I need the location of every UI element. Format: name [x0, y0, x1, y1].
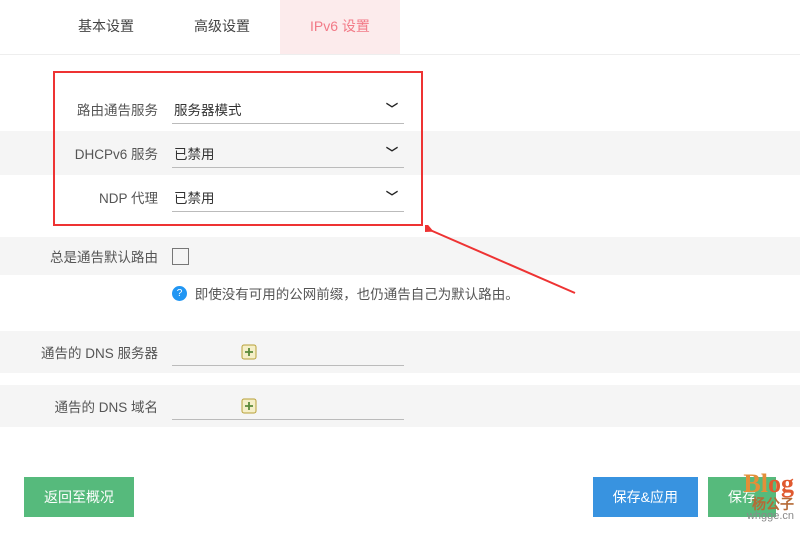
input-dns-domain[interactable] [172, 392, 404, 420]
label-default-route: 总是通告默认路由 [0, 246, 172, 266]
checkbox-default-route[interactable] [172, 248, 189, 265]
tab-basic[interactable]: 基本设置 [48, 0, 164, 54]
label-ra-service: 路由通告服务 [0, 99, 172, 119]
help-text-default-route: 即使没有可用的公网前缀，也仍通告自己为默认路由。 [195, 287, 519, 302]
row-default-route-help: ? 即使没有可用的公网前缀，也仍通告自己为默认路由。 [0, 275, 800, 323]
button-bar: 返回至概况 保存&应用 保存 [0, 477, 800, 517]
tab-ipv6[interactable]: IPv6 设置 [280, 0, 400, 54]
row-dns-server: 通告的 DNS 服务器 [0, 331, 800, 373]
tabs-bar: 基本设置 高级设置 IPv6 设置 [0, 0, 800, 55]
row-ndp: NDP 代理 已禁用 ﹀ [0, 175, 800, 219]
row-default-route: 总是通告默认路由 [0, 237, 800, 275]
select-dhcpv6-value: 已禁用 [174, 143, 215, 163]
label-dhcpv6: DHCPv6 服务 [0, 143, 172, 163]
label-ndp: NDP 代理 [0, 187, 172, 207]
select-ra-service-value: 服务器模式 [174, 99, 242, 119]
form-area: 路由通告服务 服务器模式 ﹀ DHCPv6 服务 已禁用 ﹀ NDP 代理 已禁… [0, 55, 800, 427]
help-icon: ? [172, 286, 187, 301]
label-dns-domain: 通告的 DNS 域名 [0, 396, 172, 416]
input-dns-server[interactable] [172, 338, 404, 366]
add-icon[interactable] [240, 397, 258, 415]
row-dns-domain: 通告的 DNS 域名 [0, 385, 800, 427]
chevron-down-icon: ﹀ [386, 100, 398, 117]
select-ndp-value: 已禁用 [174, 187, 215, 207]
back-button[interactable]: 返回至概况 [24, 477, 134, 517]
row-ra-service: 路由通告服务 服务器模式 ﹀ [0, 87, 800, 131]
select-ndp[interactable]: 已禁用 ﹀ [172, 182, 404, 212]
tab-advanced[interactable]: 高级设置 [164, 0, 280, 54]
chevron-down-icon: ﹀ [386, 144, 398, 161]
label-dns-server: 通告的 DNS 服务器 [0, 342, 172, 362]
add-icon[interactable] [240, 343, 258, 361]
save-apply-button[interactable]: 保存&应用 [593, 477, 698, 517]
row-dhcpv6: DHCPv6 服务 已禁用 ﹀ [0, 131, 800, 175]
select-ra-service[interactable]: 服务器模式 ﹀ [172, 94, 404, 124]
chevron-down-icon: ﹀ [386, 188, 398, 205]
save-button[interactable]: 保存 [708, 477, 776, 517]
select-dhcpv6[interactable]: 已禁用 ﹀ [172, 138, 404, 168]
